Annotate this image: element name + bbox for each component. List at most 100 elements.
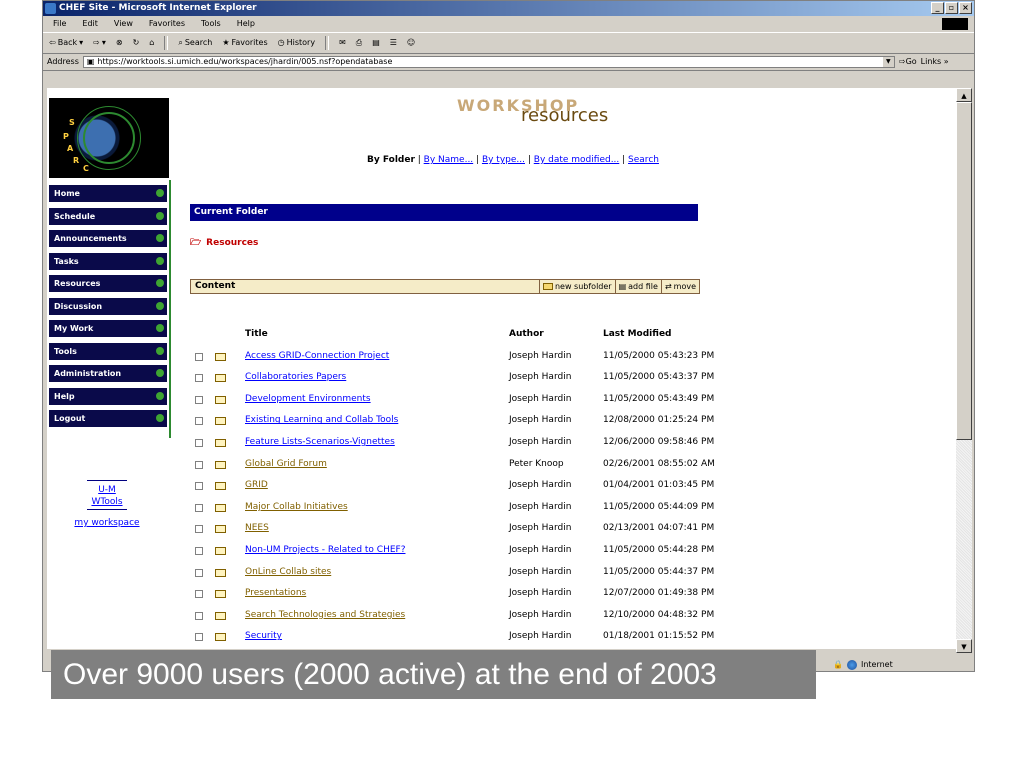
row-title-link[interactable]: Non-UM Projects - Related to CHEF? xyxy=(245,545,405,555)
row-checkbox[interactable] xyxy=(195,352,203,361)
nav-discussion[interactable]: Discussion xyxy=(49,297,167,315)
row-checkbox[interactable] xyxy=(195,438,203,447)
row-checkbox[interactable] xyxy=(195,590,203,599)
links-button[interactable]: Links » xyxy=(921,54,949,70)
maximize-button[interactable]: ▫ xyxy=(945,2,958,14)
current-folder[interactable]: 🗁 Resources xyxy=(190,235,258,251)
add-file-button[interactable]: ▤ add file xyxy=(614,280,661,293)
search-link[interactable]: Search xyxy=(628,155,659,165)
table-row: Feature Lists-Scenarios-Vignettes Joseph … xyxy=(195,435,815,457)
back-button[interactable]: ⇦ Back ▾ xyxy=(49,33,83,53)
move-button[interactable]: ⇄ move xyxy=(660,280,699,293)
row-title-link[interactable]: NEES xyxy=(245,523,269,533)
go-button[interactable]: ⇨Go xyxy=(899,54,917,70)
forward-button[interactable]: ⇨ ▾ xyxy=(93,33,106,53)
favorites-button[interactable]: ★ Favorites xyxy=(222,33,267,53)
nav-tools[interactable]: Tools xyxy=(49,342,167,360)
title-bar: CHEF Site - Microsoft Internet Explorer … xyxy=(43,1,974,16)
menu-help[interactable]: Help xyxy=(237,16,255,32)
print-icon[interactable]: ⎙ xyxy=(356,33,362,53)
row-checkbox[interactable] xyxy=(195,633,203,642)
row-author: Joseph Hardin xyxy=(509,372,572,383)
row-checkbox[interactable] xyxy=(195,417,203,426)
row-author: Joseph Hardin xyxy=(509,566,572,577)
nav-bullet-icon xyxy=(156,234,164,242)
dropdown-arrow-icon: ▾ xyxy=(101,38,106,47)
column-title: Title xyxy=(245,329,268,339)
address-dropdown-icon[interactable]: ▼ xyxy=(882,57,894,67)
nav-schedule[interactable]: Schedule xyxy=(49,207,167,225)
stop-icon[interactable]: ⊗ xyxy=(116,33,123,53)
um-link[interactable]: U-M xyxy=(47,485,167,495)
nav-bullet-icon xyxy=(156,346,164,355)
row-title-link[interactable]: Existing Learning and Collab Tools xyxy=(245,415,398,425)
nav-home[interactable]: Home xyxy=(49,185,167,202)
menu-favorites[interactable]: Favorites xyxy=(149,16,185,32)
row-title-link[interactable]: Feature Lists-Scenarios-Vignettes xyxy=(245,437,395,447)
nav-announcements[interactable]: Announcements xyxy=(49,230,167,247)
content-header: Content new subfolder ▤ add file ⇄ move xyxy=(190,279,700,294)
sort-by-type-link[interactable]: By type... xyxy=(482,155,525,165)
address-input[interactable]: ▣ https://worktools.si.umich.edu/workspa… xyxy=(82,56,895,68)
row-checkbox[interactable] xyxy=(195,611,203,620)
nav-bullet-icon xyxy=(156,211,164,220)
nav-logout[interactable]: Logout xyxy=(49,410,167,427)
row-title-link[interactable]: Security xyxy=(245,631,282,641)
column-author: Author xyxy=(509,329,544,339)
menu-view[interactable]: View xyxy=(114,16,133,32)
row-title-link[interactable]: GRID xyxy=(245,480,268,490)
row-title-link[interactable]: Search Technologies and Strategies xyxy=(245,610,405,620)
window-title: CHEF Site - Microsoft Internet Explorer xyxy=(59,3,257,13)
folder-icon xyxy=(215,568,226,577)
nav-bullet-icon xyxy=(156,369,164,377)
row-checkbox[interactable] xyxy=(195,503,203,512)
row-title-link[interactable]: Development Environments xyxy=(245,394,371,404)
minimize-button[interactable]: _ xyxy=(931,2,944,14)
row-title-link[interactable]: Collaboratories Papers xyxy=(245,372,346,382)
row-checkbox[interactable] xyxy=(195,460,203,469)
vertical-scrollbar[interactable]: ▲ ▼ xyxy=(956,88,972,653)
row-checkbox[interactable] xyxy=(195,525,203,534)
scroll-thumb[interactable] xyxy=(956,102,972,440)
row-title-link[interactable]: OnLine Collab sites xyxy=(245,567,331,577)
row-checkbox[interactable] xyxy=(195,374,203,383)
row-title-link[interactable]: Major Collab Initiatives xyxy=(245,502,348,512)
page-icon: ▣ xyxy=(86,57,95,66)
discuss-icon[interactable]: ☰ xyxy=(390,33,397,53)
row-checkbox[interactable] xyxy=(195,546,203,555)
scroll-up-icon[interactable]: ▲ xyxy=(956,88,972,102)
nav-my-work[interactable]: My Work xyxy=(49,320,167,337)
menu-file[interactable]: File xyxy=(53,16,66,32)
row-title-link[interactable]: Presentations xyxy=(245,588,306,598)
refresh-icon[interactable]: ↻ xyxy=(133,33,140,53)
row-checkbox[interactable] xyxy=(195,482,203,491)
nav-help[interactable]: Help xyxy=(49,387,167,405)
edit-icon[interactable]: ▤ xyxy=(372,33,380,53)
history-button[interactable]: ◷ History xyxy=(278,33,315,53)
row-checkbox[interactable] xyxy=(195,395,203,404)
toolbar-separator xyxy=(325,36,330,50)
scroll-down-icon[interactable]: ▼ xyxy=(956,639,972,653)
row-checkbox[interactable] xyxy=(195,568,203,577)
messenger-icon[interactable]: ☺ xyxy=(407,33,415,53)
ie-icon xyxy=(45,3,56,14)
menu-edit[interactable]: Edit xyxy=(82,16,98,32)
row-last-modified: 11/05/2000 05:44:37 PM xyxy=(603,566,715,577)
sort-by-date-link[interactable]: By date modified... xyxy=(534,155,620,165)
search-button[interactable]: ⌕ Search xyxy=(178,33,212,53)
mail-icon[interactable]: ✉ xyxy=(339,33,346,53)
sort-by-name-link[interactable]: By Name... xyxy=(424,155,474,165)
new-subfolder-button[interactable]: new subfolder xyxy=(538,280,615,293)
row-title-link[interactable]: Global Grid Forum xyxy=(245,459,327,469)
menu-tools[interactable]: Tools xyxy=(201,16,221,32)
my-workspace-link[interactable]: my workspace xyxy=(47,518,167,528)
nav-administration[interactable]: Administration xyxy=(49,365,167,382)
wtools-link[interactable]: WTools xyxy=(47,497,167,507)
nav-tasks[interactable]: Tasks xyxy=(49,252,167,270)
close-button[interactable]: × xyxy=(959,2,972,14)
folder-icon xyxy=(215,460,226,469)
row-title-link[interactable]: Access GRID-Connection Project xyxy=(245,351,389,361)
home-icon[interactable]: ⌂ xyxy=(149,33,154,53)
nav-resources[interactable]: Resources xyxy=(49,275,167,292)
row-last-modified: 02/26/2001 08:55:02 AM xyxy=(603,458,715,469)
